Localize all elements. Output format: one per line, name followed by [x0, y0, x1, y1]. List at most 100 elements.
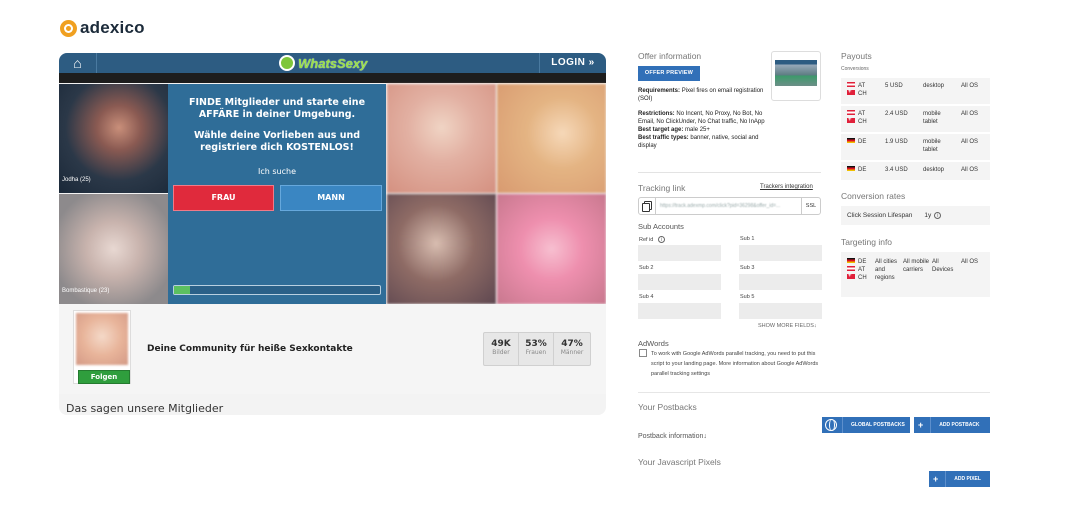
sub-field-label: Sub 5: [740, 294, 755, 300]
geo-code: CH: [858, 275, 867, 281]
js-pixels-title: Your Javascript Pixels: [638, 457, 721, 467]
thumbnail-image: [775, 60, 817, 86]
payout-amount: 1.9 USD: [885, 139, 908, 145]
login-button[interactable]: LOGIN »: [539, 53, 606, 73]
trackers-integration-link[interactable]: Trackers integration: [760, 184, 813, 190]
payouts-title: Payouts: [841, 51, 872, 61]
progress-fill: [174, 286, 191, 294]
divider: [638, 172, 821, 173]
sub3-input[interactable]: [739, 274, 822, 290]
signup-overlay: FINDE Mitglieder und starte eine AFFÄRE …: [168, 84, 386, 304]
payout-geo: AT CH: [847, 110, 867, 126]
plus-icon: +: [933, 474, 939, 484]
male-button[interactable]: MANN: [280, 185, 382, 211]
geo-code: AT: [858, 267, 866, 273]
stat-pictures: 49K Bilder: [484, 333, 519, 365]
geo-code: CH: [858, 91, 867, 97]
postbacks-title: Your Postbacks: [638, 402, 697, 412]
stat-women: 53% Frauen: [519, 333, 554, 365]
offer-thumbnail[interactable]: [771, 51, 821, 101]
ssl-toggle[interactable]: SSL: [801, 198, 820, 214]
copy-icon[interactable]: [639, 198, 656, 214]
stat-value: 49K: [491, 339, 511, 349]
show-more-fields-link[interactable]: SHOW MORE FIELDS↓: [758, 323, 817, 329]
postback-information-toggle[interactable]: Postback information↓: [638, 433, 707, 440]
home-icon[interactable]: ⌂: [59, 53, 97, 73]
tracking-link-title: Tracking link: [638, 183, 686, 193]
payout-amount: 5 USD: [885, 83, 903, 89]
targeting-cities: All cities and regions: [875, 259, 898, 281]
geo-code: AT: [858, 111, 866, 117]
add-pixel-button[interactable]: + ADD PIXEL: [929, 471, 990, 487]
sub-field-label: Sub 1: [740, 236, 755, 242]
testimonials-heading: Das sagen unsere Mitglieder: [66, 402, 224, 415]
plus-icon: +: [918, 420, 924, 430]
lifespan-label: Click Session Lifespan: [847, 212, 913, 219]
payout-os: All OS: [961, 111, 979, 117]
conversion-rate-row: Click Session Lifespan 1y i: [841, 206, 990, 225]
flag-de-icon: [847, 138, 855, 143]
tracking-url[interactable]: https://track.adexmp.com/click?pid=36298…: [660, 203, 801, 209]
payout-amount: 2.4 USD: [885, 111, 908, 117]
requirements-label: Requirements:: [638, 88, 681, 94]
profile-photo-label: Bombastique (23): [62, 288, 110, 294]
stat-value: 53%: [525, 339, 547, 349]
postback-info-label: Postback information: [638, 433, 704, 440]
adwords-checkbox[interactable]: [639, 349, 647, 357]
globe-icon: [825, 419, 837, 431]
targeting-devices: All Devices: [932, 259, 954, 273]
divider: [638, 392, 990, 393]
payout-row: AT CH 2.4 USD mobile tablet All OS: [841, 106, 990, 132]
profile-photo-label: Jodha (25): [62, 177, 91, 183]
global-postbacks-button[interactable]: GLOBAL POSTBACKS: [822, 417, 910, 433]
offer-info-title: Offer information: [638, 51, 702, 61]
sub4-input[interactable]: [638, 303, 721, 319]
arrow-down-icon: ↓: [703, 433, 707, 440]
info-icon[interactable]: i: [934, 212, 942, 219]
payout-geo: DE: [847, 166, 866, 174]
geo-code: AT: [858, 83, 866, 89]
add-postback-label: ADD POSTBACK: [939, 422, 980, 428]
add-postback-button[interactable]: + ADD POSTBACK: [914, 417, 990, 433]
targeting-info-title: Targeting info: [841, 237, 893, 247]
female-button[interactable]: FRAU: [173, 185, 274, 211]
adwords-description: To work with Google AdWords parallel tra…: [651, 351, 819, 377]
profile-photo: [497, 194, 606, 304]
payout-row: DE 3.4 USD desktop All OS: [841, 162, 990, 180]
flag-at-icon: [847, 82, 855, 87]
sub1-input[interactable]: [739, 245, 822, 261]
stat-value: 47%: [561, 339, 583, 349]
geo-code: DE: [858, 259, 867, 265]
logo[interactable]: adexico: [60, 18, 145, 38]
show-more-label: SHOW MORE FIELDS: [758, 323, 814, 329]
target-age-text: male 25+: [685, 127, 710, 133]
profile-photo: [387, 194, 496, 304]
payout-geo: AT CH: [847, 82, 867, 98]
flag-at-icon: [847, 266, 855, 271]
targeting-row: DE AT CH All cities and regions All mobi…: [841, 252, 990, 297]
payout-row: DE 1.9 USD mobile tablet All OS: [841, 134, 990, 160]
flag-ch-icon: [847, 88, 855, 96]
follow-button[interactable]: Folgen: [78, 370, 130, 384]
logo-text: adexico: [80, 18, 145, 37]
offer-preview-button[interactable]: OFFER PREVIEW: [638, 66, 700, 81]
profile-strip: Folgen Deine Community für heiße Sexkont…: [59, 304, 606, 394]
stats-box: 49K Bilder 53% Frauen 47% Männer: [483, 332, 591, 366]
targeting-geo: DE AT CH: [847, 258, 867, 282]
conversions-label: Conversions: [841, 66, 869, 72]
sub-field-label: Ref id i: [639, 236, 665, 243]
sub5-input[interactable]: [739, 303, 822, 319]
signup-subheadline: Wähle deine Vorlieben aus und registrier…: [193, 130, 361, 153]
ref-id-input[interactable]: [638, 245, 721, 261]
info-icon[interactable]: i: [657, 236, 665, 243]
flag-de-icon: [847, 258, 855, 263]
button-separator: [842, 417, 843, 433]
profile-photo: [387, 84, 496, 193]
payout-device: desktop: [923, 167, 945, 173]
sub2-input[interactable]: [638, 274, 721, 290]
arrow-down-icon: ↓: [813, 323, 817, 329]
payout-geo: DE: [847, 138, 866, 146]
search-label: Ich suche: [258, 167, 296, 176]
stat-men: 47% Männer: [554, 333, 590, 365]
flag-ch-icon: [847, 116, 855, 124]
